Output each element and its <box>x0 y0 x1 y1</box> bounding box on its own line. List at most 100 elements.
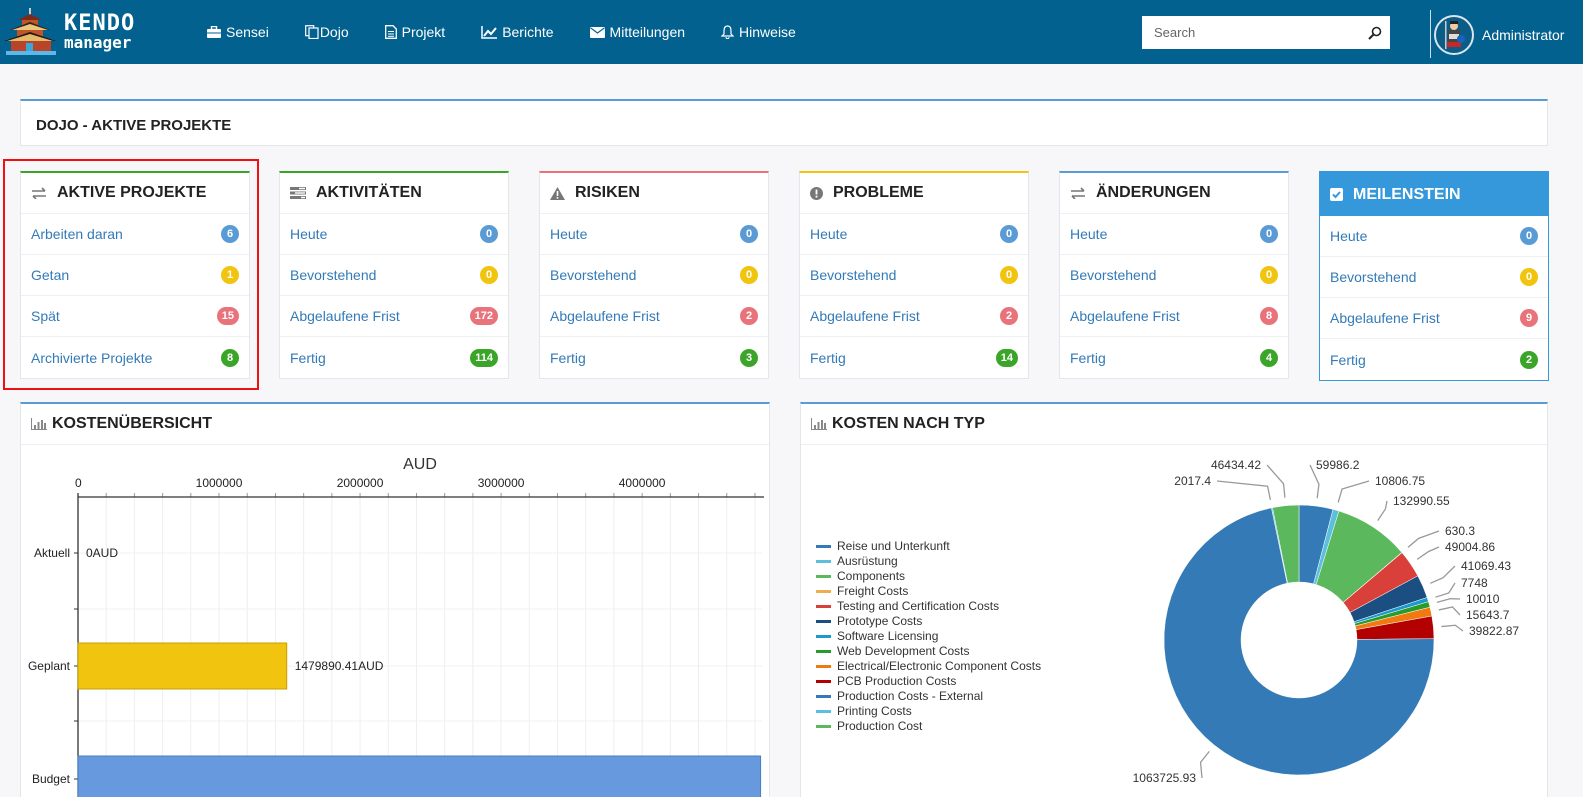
card-row[interactable]: Fertig 2 <box>1320 339 1548 380</box>
card-row[interactable]: Heute 0 <box>540 214 768 255</box>
card-row[interactable]: Getan 1 <box>21 255 249 296</box>
row-label[interactable]: Bevorstehend <box>1330 269 1416 285</box>
row-label[interactable]: Fertig <box>1070 350 1106 366</box>
card-title: RISIKEN <box>575 184 640 201</box>
row-label[interactable]: Getan <box>31 267 69 283</box>
slice-value-label: 2017.4 <box>1174 474 1211 488</box>
leader-line <box>1216 480 1272 501</box>
legend-item[interactable]: Prototype Costs <box>837 614 922 628</box>
row-label[interactable]: Abgelaufene Frist <box>550 308 660 324</box>
bar-budget[interactable] <box>77 755 762 797</box>
card-row[interactable]: Heute 0 <box>1320 216 1548 257</box>
leader-line <box>1377 500 1388 521</box>
row-label[interactable]: Heute <box>1330 228 1367 244</box>
card-row[interactable]: Abgelaufene Frist 2 <box>800 296 1028 337</box>
app-logo[interactable]: KENDO manager <box>4 8 154 56</box>
search-box <box>1142 16 1390 49</box>
row-label[interactable]: Bevorstehend <box>810 267 896 283</box>
card-row[interactable]: Bevorstehend 0 <box>540 255 768 296</box>
legend-item[interactable]: Freight Costs <box>837 584 908 598</box>
card-row[interactable]: Archivierte Projekte 8 <box>21 337 249 378</box>
card-header: AKTIVITÄTEN <box>280 173 508 214</box>
row-label[interactable]: Bevorstehend <box>290 267 376 283</box>
card-row[interactable]: Heute 0 <box>800 214 1028 255</box>
row-label[interactable]: Heute <box>550 226 587 242</box>
nav-item-berichte[interactable]: Berichte <box>481 24 554 40</box>
leader-line <box>1407 530 1440 548</box>
card-row[interactable]: Bevorstehend 0 <box>800 255 1028 296</box>
row-label[interactable]: Spät <box>31 308 60 324</box>
legend-item[interactable]: Testing and Certification Costs <box>837 599 999 613</box>
copy-icon <box>304 25 319 39</box>
row-label[interactable]: Bevorstehend <box>550 267 636 283</box>
row-label[interactable]: Heute <box>810 226 847 242</box>
nav-item-mitteilungen[interactable]: Mitteilungen <box>589 24 685 40</box>
card-row[interactable]: Heute 0 <box>1060 214 1288 255</box>
card-row[interactable]: Spät 15 <box>21 296 249 337</box>
card-row[interactable]: Abgelaufene Frist 9 <box>1320 298 1548 339</box>
slice-value-label: 59986.2 <box>1316 458 1360 472</box>
nav-item-sensei[interactable]: Sensei <box>207 24 269 40</box>
row-label[interactable]: Abgelaufene Frist <box>810 308 920 324</box>
legend-item[interactable]: Ausrüstung <box>837 554 898 568</box>
panel-title: KOSTEN NACH TYP <box>832 415 985 432</box>
card-row[interactable]: Arbeiten daran 6 <box>21 214 249 255</box>
legend-item[interactable]: Production Cost <box>837 719 923 733</box>
card-row[interactable]: Bevorstehend 0 <box>280 255 508 296</box>
bar-geplant[interactable] <box>77 642 288 690</box>
card-row[interactable]: Fertig 4 <box>1060 337 1288 378</box>
legend-item[interactable]: Production Costs - External <box>837 689 983 703</box>
envelope-icon <box>589 26 605 38</box>
card-row[interactable]: Fertig 114 <box>280 337 508 378</box>
slice-value-label: 10806.75 <box>1375 474 1425 488</box>
nav-label: Dojo <box>319 24 349 40</box>
legend-item[interactable]: Reise und Unterkunft <box>837 539 950 553</box>
card-row[interactable]: Bevorstehend 0 <box>1320 257 1548 298</box>
legend-swatch <box>816 710 831 713</box>
exchange-icon <box>1070 187 1091 199</box>
card-row[interactable]: Fertig 3 <box>540 337 768 378</box>
avatar <box>1434 15 1474 55</box>
card-row[interactable]: Abgelaufene Frist 172 <box>280 296 508 337</box>
legend-swatch <box>816 680 831 683</box>
stat-card-meilenstein: MEILENSTEIN Heute 0 Bevorstehend 0 Abgelaufen… <box>1319 171 1549 381</box>
card-row[interactable]: Fertig 14 <box>800 337 1028 378</box>
nav-item-hinweise[interactable]: Hinweise <box>721 24 796 40</box>
panel-title: KOSTENÜBERSICHT <box>52 415 213 432</box>
search-icon[interactable] <box>1360 26 1390 40</box>
legend-item[interactable]: Components <box>837 569 905 583</box>
slice-value-label: 49004.86 <box>1445 540 1495 554</box>
nav-label: Berichte <box>502 24 554 40</box>
row-label[interactable]: Fertig <box>290 350 326 366</box>
legend-item[interactable]: Web Development Costs <box>837 644 970 658</box>
row-label[interactable]: Abgelaufene Frist <box>1070 308 1180 324</box>
row-label[interactable]: Fertig <box>550 350 586 366</box>
row-label[interactable]: Abgelaufene Frist <box>1330 310 1440 326</box>
legend-item[interactable]: PCB Production Costs <box>837 674 956 688</box>
row-label[interactable]: Fertig <box>810 350 846 366</box>
tasks-icon <box>290 187 311 199</box>
legend-item[interactable]: Software Licensing <box>837 629 938 643</box>
card-row[interactable]: Heute 0 <box>280 214 508 255</box>
card-row[interactable]: Abgelaufene Frist 8 <box>1060 296 1288 337</box>
row-label[interactable]: Bevorstehend <box>1070 267 1156 283</box>
legend-item[interactable]: Printing Costs <box>837 704 912 718</box>
row-label[interactable]: Arbeiten daran <box>31 226 123 242</box>
count-badge: 0 <box>1260 266 1278 284</box>
legend-swatch <box>816 725 831 728</box>
row-label[interactable]: Fertig <box>1330 352 1366 368</box>
row-label[interactable]: Archivierte Projekte <box>31 350 152 366</box>
card-row[interactable]: Abgelaufene Frist 2 <box>540 296 768 337</box>
nav-item-projekt[interactable]: Projekt <box>384 24 445 40</box>
slice-value-label: 39822.87 <box>1469 624 1519 638</box>
count-badge: 0 <box>1520 227 1538 245</box>
user-menu[interactable]: Administrator <box>1434 15 1564 55</box>
row-label[interactable]: Heute <box>1070 226 1107 242</box>
nav-item-dojo[interactable]: Dojo <box>304 24 349 40</box>
row-label[interactable]: Heute <box>290 226 327 242</box>
search-input[interactable] <box>1142 16 1360 49</box>
card-header: PROBLEME <box>800 173 1028 214</box>
row-label[interactable]: Abgelaufene Frist <box>290 308 400 324</box>
card-row[interactable]: Bevorstehend 0 <box>1060 255 1288 296</box>
legend-item[interactable]: Electrical/Electronic Component Costs <box>837 659 1041 673</box>
